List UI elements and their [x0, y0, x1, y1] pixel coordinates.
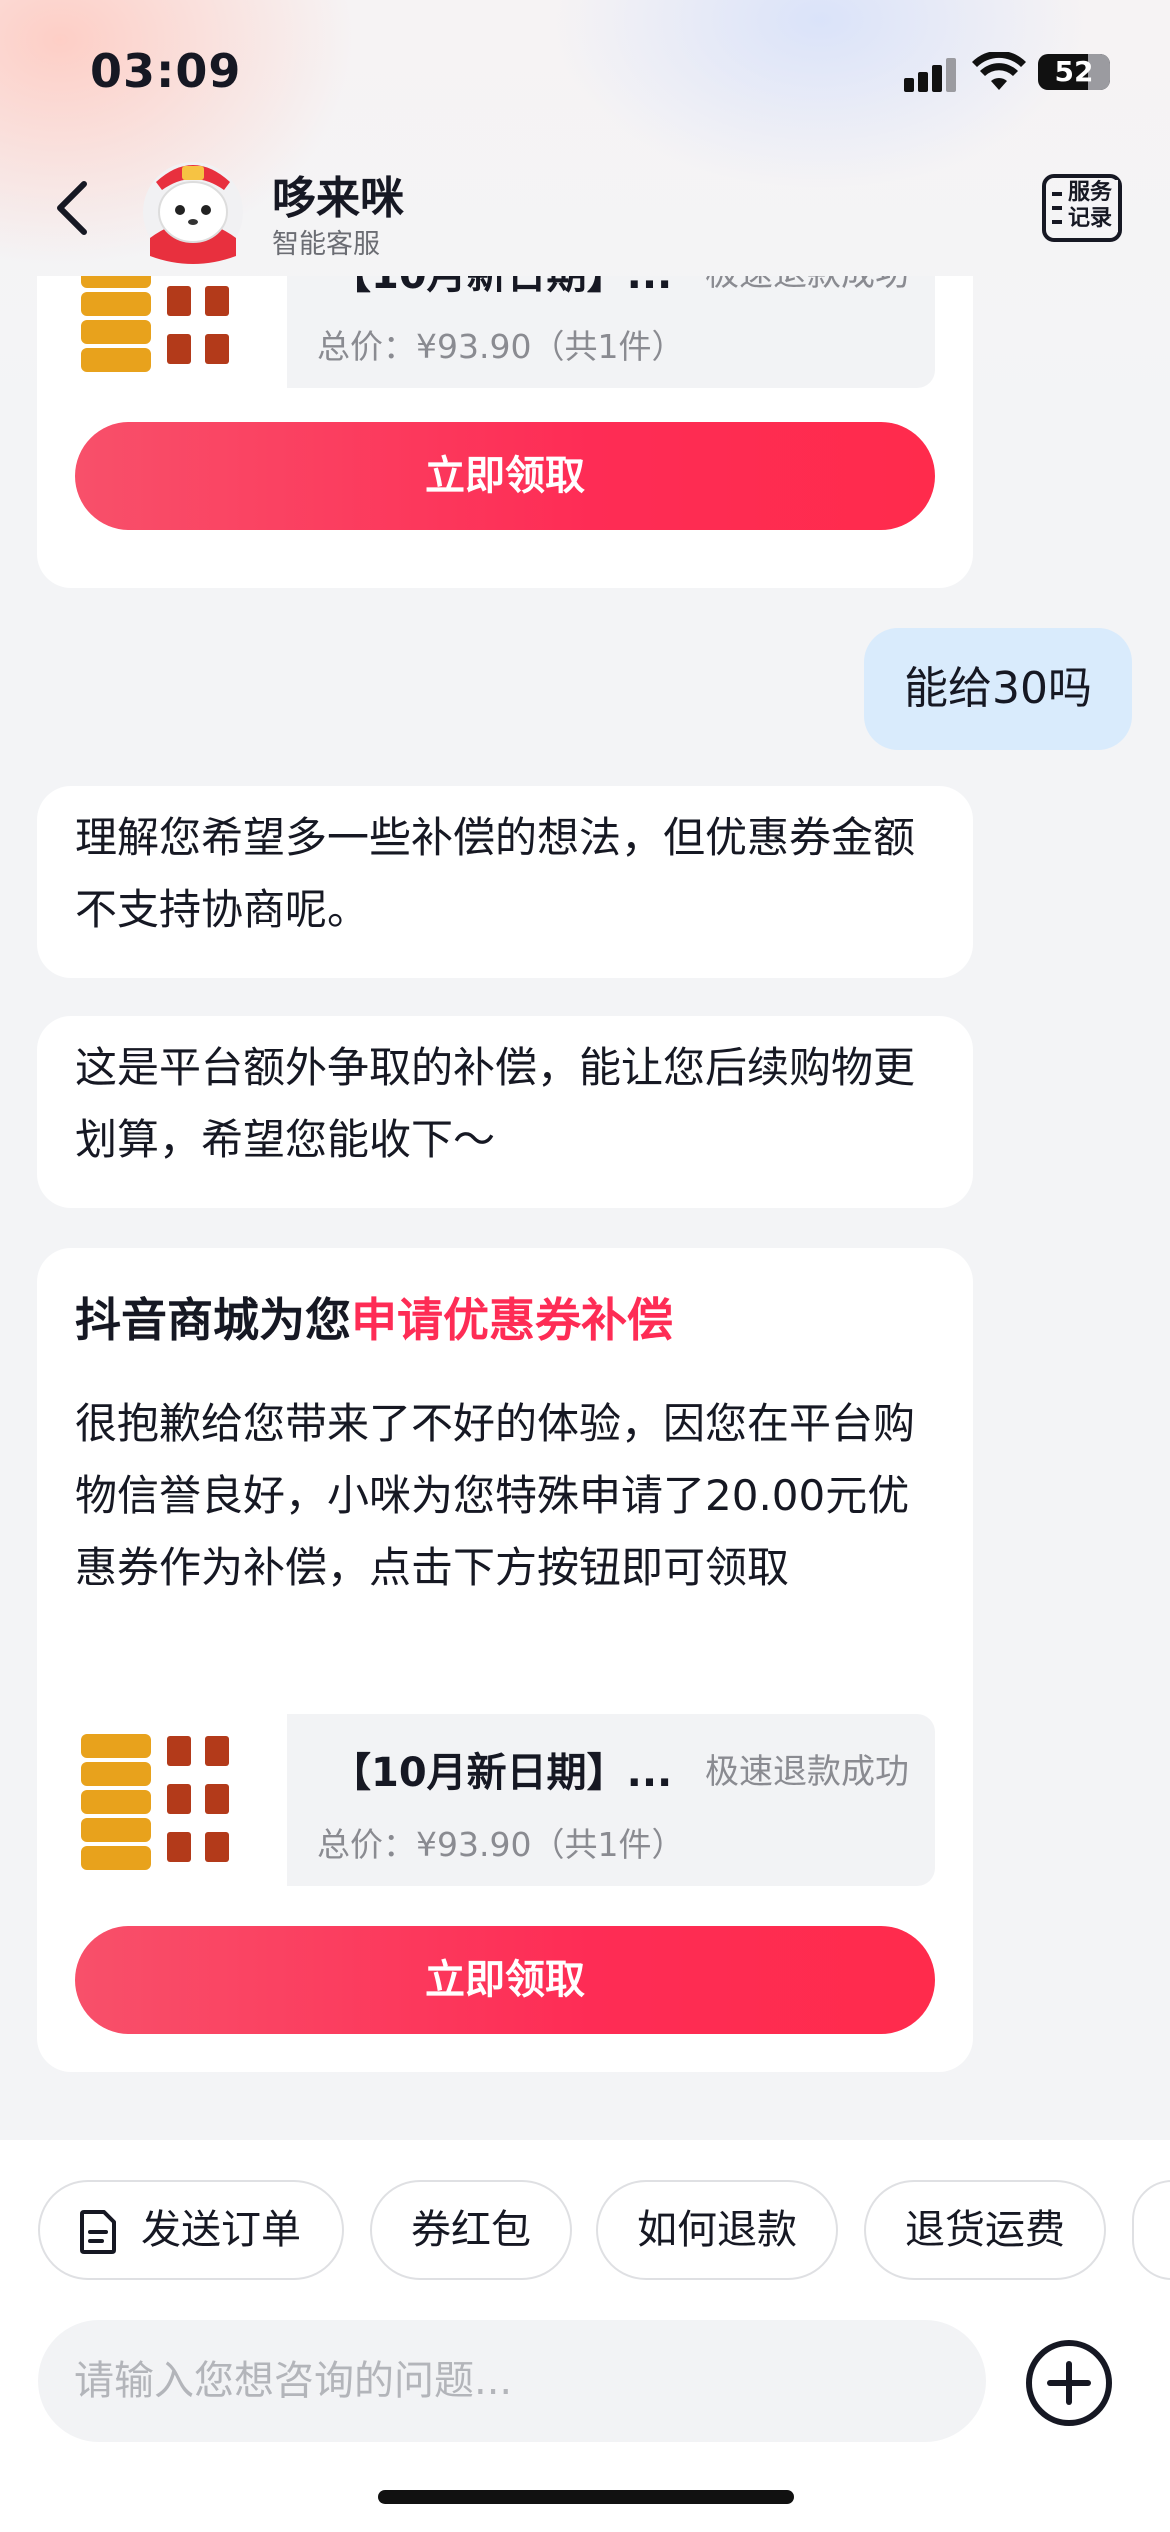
- quick-actions: 发送订单 券红包 如何退款 退货运费: [0, 2180, 1170, 2280]
- plus-icon[interactable]: [1024, 2338, 1114, 2428]
- home-indicator[interactable]: [378, 2490, 794, 2504]
- list-lines-icon: [1052, 192, 1062, 224]
- document-icon: [80, 2210, 116, 2254]
- wifi-icon: [972, 52, 1026, 90]
- bot-message-text: 这是平台额外争取的补偿，能让您后续购物更划算，希望您能收下～: [75, 1043, 916, 1164]
- coupon-card-title: 抖音商城为您申请优惠券补偿: [75, 1284, 673, 1350]
- order-price: 总价：¥93.90（共1件）: [317, 327, 685, 366]
- message-input[interactable]: [74, 2320, 954, 2442]
- quick-action-more[interactable]: [1132, 2180, 1170, 2280]
- status-time: 03:09: [90, 44, 242, 98]
- chip-label: 发送订单: [141, 2207, 301, 2253]
- chip-label: 券红包: [411, 2207, 531, 2253]
- service-record-button[interactable]: 服务记录: [1042, 174, 1122, 244]
- battery-level: 52: [1054, 55, 1094, 88]
- coupon-title-prefix: 抖音商城为您: [75, 1293, 351, 1347]
- chip-label: 退货运费: [905, 2207, 1065, 2253]
- claim-button[interactable]: 立即领取: [75, 422, 935, 530]
- page-subtitle: 智能客服: [272, 229, 380, 260]
- order-title: 【10月新日期】...: [331, 1750, 673, 1796]
- quick-action-return-shipping[interactable]: 退货运费: [864, 2180, 1106, 2280]
- message-input-container: [38, 2320, 986, 2442]
- coupon-title-highlight: 申请优惠券补偿: [351, 1293, 673, 1347]
- status-bar: 03:09 52: [0, 0, 1170, 140]
- order-title: 【10月新日期】...: [331, 276, 672, 300]
- page-title: 哆来咪: [272, 173, 404, 224]
- bottom-bar: 发送订单 券红包 如何退款 退货运费: [0, 2140, 1170, 2532]
- coupon-card-previous: 【10月新日期】... 极速退款成功 总价：¥93.90（共1件） 立即领取: [37, 276, 973, 588]
- coupon-card-body: 很抱歉给您带来了不好的体验，因您在平台购物信誉良好，小咪为您特殊申请了20.00…: [75, 1399, 916, 1592]
- order-price: 总价：¥93.90（共1件）: [317, 1825, 685, 1864]
- product-thumbnail: [75, 1714, 247, 1886]
- product-thumbnail: [75, 276, 247, 388]
- bot-message: 理解您希望多一些补偿的想法，但优惠券金额不支持协商呢。: [37, 786, 973, 978]
- quick-action-coupon[interactable]: 券红包: [370, 2180, 572, 2280]
- order-summary[interactable]: 【10月新日期】... 极速退款成功 总价：¥93.90（共1件）: [75, 1714, 935, 1886]
- user-message: 能给30吗: [864, 628, 1132, 750]
- chip-label: 如何退款: [637, 2207, 797, 2253]
- signal-icon: [904, 58, 956, 92]
- battery-icon: 52: [1038, 54, 1110, 90]
- coupon-card: 抖音商城为您申请优惠券补偿 很抱歉给您带来了不好的体验，因您在平台购物信誉良好，…: [37, 1248, 973, 2072]
- order-status: 极速退款成功: [705, 276, 909, 295]
- quick-action-refund[interactable]: 如何退款: [596, 2180, 838, 2280]
- claim-button[interactable]: 立即领取: [75, 1926, 935, 2034]
- chat-area[interactable]: 【10月新日期】... 极速退款成功 总价：¥93.90（共1件） 立即领取 能…: [0, 276, 1170, 2138]
- bot-message-text: 理解您希望多一些补偿的想法，但优惠券金额不支持协商呢。: [75, 813, 916, 934]
- back-icon[interactable]: [50, 178, 100, 238]
- order-status: 极速退款成功: [705, 1752, 909, 1792]
- quick-action-send-order[interactable]: 发送订单: [38, 2180, 344, 2280]
- bot-message: 这是平台额外争取的补偿，能让您后续购物更划算，希望您能收下～: [37, 1016, 973, 1208]
- service-record-label: 服务记录: [1066, 180, 1118, 232]
- order-summary[interactable]: 【10月新日期】... 极速退款成功 总价：¥93.90（共1件）: [75, 276, 935, 388]
- avatar: [143, 162, 243, 264]
